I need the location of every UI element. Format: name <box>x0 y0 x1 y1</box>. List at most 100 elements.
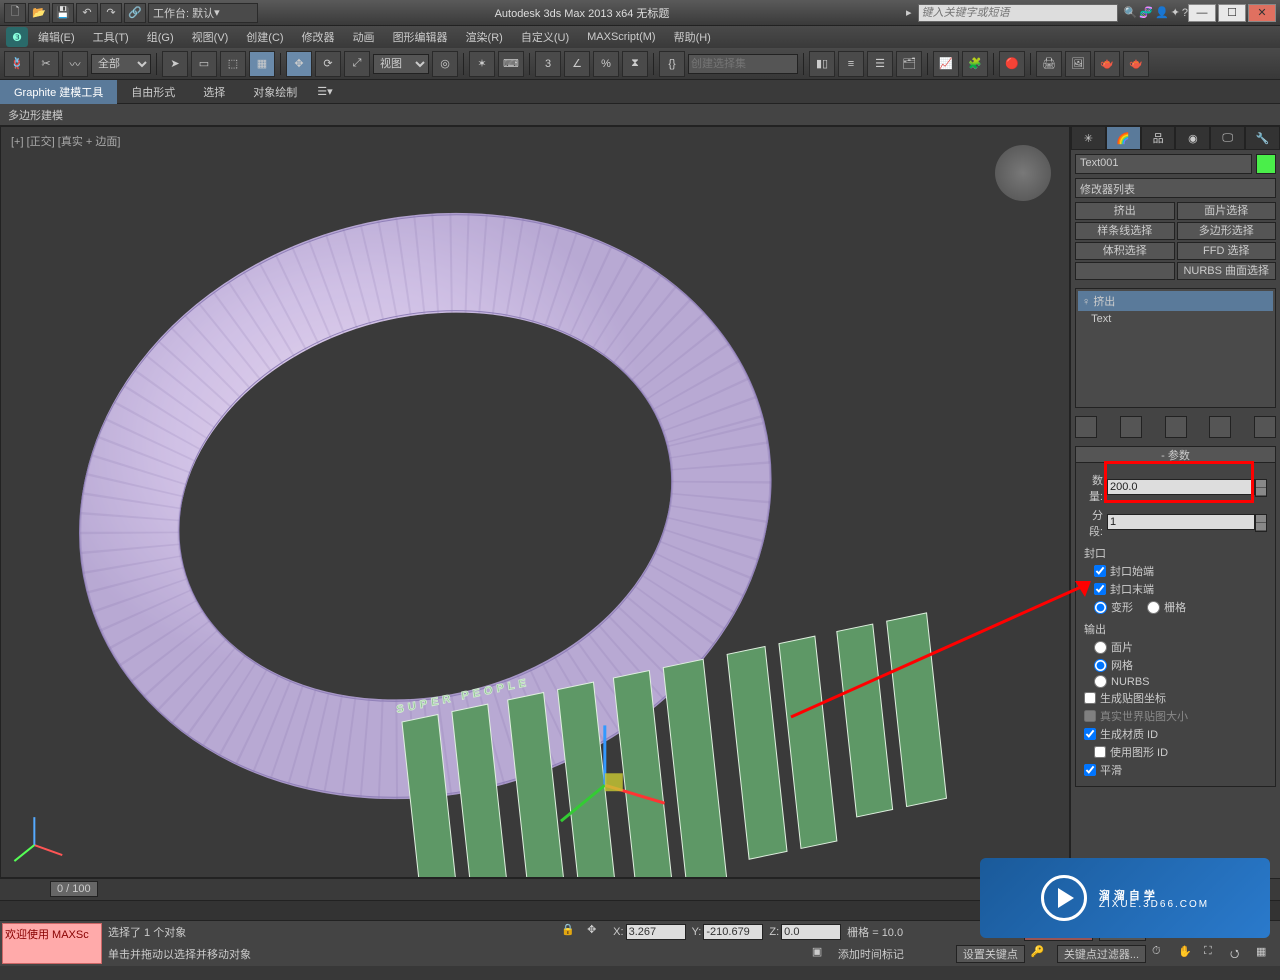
layer-explorer-icon[interactable]: 🗂 <box>896 51 922 77</box>
show-end-icon[interactable] <box>1120 416 1142 438</box>
selection-filter-dropdown[interactable]: 全部 <box>91 54 151 74</box>
gen-matid-checkbox[interactable] <box>1084 728 1096 740</box>
select-region-icon[interactable]: ⬚ <box>220 51 246 77</box>
key-mode-icon[interactable]: 🔑 <box>1031 945 1051 963</box>
tab-freeform[interactable]: 自由形式 <box>117 80 189 104</box>
coord-x-input[interactable] <box>626 924 686 940</box>
layers-icon[interactable]: ☰ <box>867 51 893 77</box>
cap-end-checkbox[interactable] <box>1094 583 1106 595</box>
pan-view-icon[interactable]: ✋ <box>1178 945 1198 963</box>
key-filters-button[interactable]: 关键点过滤器... <box>1057 945 1146 963</box>
ribbon-panel-label[interactable]: 多边形建模 <box>8 107 63 123</box>
window-crossing-icon[interactable]: ▦ <box>249 51 275 77</box>
configure-sets-icon[interactable] <box>1254 416 1276 438</box>
minimize-button[interactable]: — <box>1188 4 1216 22</box>
time-config-icon[interactable]: ⏱ <box>1152 945 1172 963</box>
output-nurbs-radio[interactable] <box>1094 675 1107 688</box>
mod-splineselect[interactable]: 样条线选择 <box>1075 222 1175 240</box>
mod-blank[interactable] <box>1075 262 1175 280</box>
modifier-stack[interactable]: ♀ 挤出 Text <box>1075 288 1276 408</box>
new-button[interactable]: 🗋 <box>4 3 26 23</box>
tab-create-icon[interactable]: ✳ <box>1071 126 1106 150</box>
pin-stack-icon[interactable] <box>1075 416 1097 438</box>
mod-extrude[interactable]: 挤出 <box>1075 202 1175 220</box>
menu-create[interactable]: 创建(C) <box>238 27 291 47</box>
move-icon[interactable]: ✥ <box>286 51 312 77</box>
menu-help[interactable]: 帮助(H) <box>666 27 719 47</box>
smooth-checkbox[interactable] <box>1084 764 1096 776</box>
render-iterative-icon[interactable]: 🫖 <box>1123 51 1149 77</box>
menu-modifiers[interactable]: 修改器 <box>294 27 343 47</box>
rendered-frame-icon[interactable]: 🖼 <box>1065 51 1091 77</box>
curve-editor-icon[interactable]: 📈 <box>933 51 959 77</box>
coord-z-input[interactable] <box>781 924 841 940</box>
segments-spinner[interactable] <box>1107 514 1267 532</box>
tab-modify-icon[interactable]: 🌈 <box>1106 126 1141 150</box>
output-mesh-radio[interactable] <box>1094 659 1107 672</box>
stack-item-text[interactable]: Text <box>1078 311 1273 327</box>
gen-mapping-checkbox[interactable] <box>1084 692 1096 704</box>
redo-button[interactable]: ↷ <box>100 3 122 23</box>
menu-edit[interactable]: 编辑(E) <box>30 27 83 47</box>
workspace-dropdown[interactable]: 工作台: 默认 ▾ <box>148 3 258 23</box>
object-color-swatch[interactable] <box>1256 154 1276 174</box>
rotate-icon[interactable]: ⟳ <box>315 51 341 77</box>
open-button[interactable]: 📂 <box>28 3 50 23</box>
menu-group[interactable]: 组(G) <box>139 27 182 47</box>
manipulate-icon[interactable]: ✶ <box>469 51 495 77</box>
tab-selection[interactable]: 选择 <box>189 80 239 104</box>
time-slider-thumb[interactable]: 0 / 100 <box>50 881 98 897</box>
select-link-icon[interactable]: 🪢 <box>4 51 30 77</box>
bind-spacewarp-icon[interactable]: 〰 <box>62 51 88 77</box>
keyboard-shortcut-icon[interactable]: ⌨ <box>498 51 524 77</box>
make-unique-icon[interactable] <box>1165 416 1187 438</box>
maximize-button[interactable]: ☐ <box>1218 4 1246 22</box>
zoom-extents-icon[interactable]: ⛶ <box>1204 945 1224 963</box>
app-menu-button[interactable]: ❸ <box>6 27 28 47</box>
modifier-list-dropdown[interactable]: 修改器列表 <box>1075 178 1276 198</box>
object-name-input[interactable]: Text001 <box>1075 154 1252 174</box>
tab-motion-icon[interactable]: ◉ <box>1175 126 1210 150</box>
snap-toggle-icon[interactable]: 3 <box>535 51 561 77</box>
menu-animation[interactable]: 动画 <box>345 27 383 47</box>
morph-radio[interactable] <box>1094 601 1107 614</box>
tab-objectpaint[interactable]: 对象绘制 <box>239 80 311 104</box>
help-search-input[interactable] <box>918 4 1118 22</box>
menu-customize[interactable]: 自定义(U) <box>513 27 577 47</box>
setkey-button[interactable]: 设置关键点 <box>956 945 1025 963</box>
grid-radio[interactable] <box>1147 601 1160 614</box>
menu-grapheditors[interactable]: 图形编辑器 <box>385 27 456 47</box>
max-viewport-icon[interactable]: ▦ <box>1256 945 1276 963</box>
add-time-tag[interactable]: 添加时间标记 <box>838 946 904 962</box>
menu-maxscript[interactable]: MAXScript(M) <box>579 29 663 45</box>
viewcube[interactable] <box>995 145 1051 201</box>
tab-hierarchy-icon[interactable]: 品 <box>1141 126 1176 150</box>
ribbon-expand-icon[interactable]: ☰▾ <box>317 85 332 98</box>
output-patch-radio[interactable] <box>1094 641 1107 654</box>
menu-rendering[interactable]: 渲染(R) <box>458 27 511 47</box>
menu-views[interactable]: 视图(V) <box>184 27 237 47</box>
render-icon[interactable]: 🫖 <box>1094 51 1120 77</box>
mod-ffdselect[interactable]: FFD 选择 <box>1177 242 1277 260</box>
undo-button[interactable]: ↶ <box>76 3 98 23</box>
tab-utilities-icon[interactable]: 🔧 <box>1245 126 1280 150</box>
signin-icon[interactable]: 👤 <box>1155 6 1169 19</box>
material-editor-icon[interactable]: 🔴 <box>999 51 1025 77</box>
isolate-icon[interactable]: ▣ <box>812 945 832 963</box>
cap-start-checkbox[interactable] <box>1094 565 1106 577</box>
named-sets-edit-icon[interactable]: {} <box>659 51 685 77</box>
named-selection-input[interactable] <box>688 54 798 74</box>
coord-y-input[interactable] <box>703 924 763 940</box>
mirror-icon[interactable]: ▮▯ <box>809 51 835 77</box>
close-button[interactable]: ✕ <box>1248 4 1276 22</box>
lock-selection-icon[interactable]: 🔒 <box>561 923 581 941</box>
orbit-icon[interactable]: ⭯ <box>1230 945 1250 963</box>
select-name-icon[interactable]: ▭ <box>191 51 217 77</box>
mod-nurbsselect[interactable]: NURBS 曲面选择 <box>1177 262 1277 280</box>
viewport[interactable]: [+] [正交] [真实 + 边面] SUP <box>0 126 1070 878</box>
mod-patchselect[interactable]: 面片选择 <box>1177 202 1277 220</box>
angle-snap-icon[interactable]: ∠ <box>564 51 590 77</box>
tab-display-icon[interactable]: 🖵 <box>1210 126 1245 150</box>
percent-snap-icon[interactable]: % <box>593 51 619 77</box>
menu-tools[interactable]: 工具(T) <box>85 27 137 47</box>
